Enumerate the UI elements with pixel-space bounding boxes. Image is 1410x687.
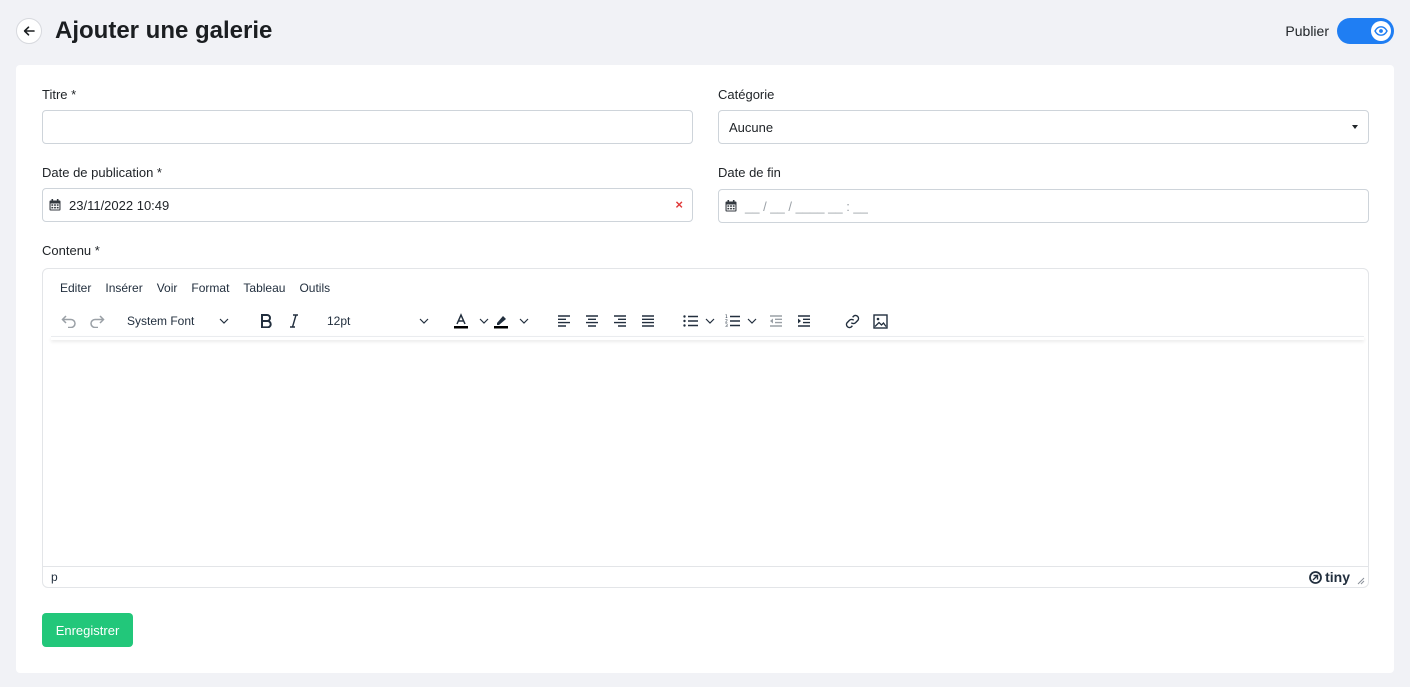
align-left-button[interactable] bbox=[553, 309, 575, 333]
chevron-down-icon bbox=[747, 318, 757, 324]
editor-statusbar: p tiny bbox=[43, 566, 1368, 587]
clear-date-icon[interactable]: × bbox=[675, 197, 683, 212]
align-left-icon bbox=[558, 315, 570, 327]
italic-icon bbox=[290, 314, 298, 328]
end-date-label: Date de fin bbox=[718, 165, 781, 180]
highlighter-icon bbox=[494, 316, 508, 329]
bullet-list-icon bbox=[683, 315, 698, 327]
bold-button[interactable] bbox=[255, 309, 277, 333]
align-justify-icon bbox=[642, 315, 654, 327]
menu-table[interactable]: Tableau bbox=[236, 281, 292, 295]
publish-toggle[interactable] bbox=[1337, 18, 1394, 44]
chevron-down-icon bbox=[219, 318, 229, 324]
eye-icon bbox=[1374, 26, 1388, 36]
category-label: Catégorie bbox=[718, 87, 775, 102]
svg-text:3: 3 bbox=[725, 323, 728, 328]
publish-control: Publier bbox=[1285, 18, 1394, 44]
publish-label: Publier bbox=[1285, 23, 1329, 39]
caret-down-icon bbox=[1352, 125, 1358, 129]
save-button[interactable]: Enregistrer bbox=[42, 613, 133, 647]
content-label: Contenu * bbox=[42, 243, 100, 258]
numbered-list-button[interactable]: 123 bbox=[725, 309, 765, 333]
align-center-button[interactable] bbox=[581, 309, 603, 333]
calendar-icon bbox=[49, 199, 61, 211]
outdent-button[interactable] bbox=[765, 309, 787, 333]
chevron-down-icon bbox=[519, 318, 529, 324]
italic-button[interactable] bbox=[283, 309, 305, 333]
editor-toolbar: System Font 12pt 1 2 3 bbox=[51, 309, 1363, 335]
title-input[interactable] bbox=[43, 111, 692, 143]
toggle-knob bbox=[1371, 21, 1391, 41]
numbered-list-icon: 123 bbox=[725, 314, 740, 328]
page-title: Ajouter une galerie bbox=[55, 17, 273, 44]
undo-icon bbox=[61, 315, 76, 328]
pub-date-label: Date de publication * bbox=[42, 165, 162, 180]
redo-icon bbox=[90, 315, 105, 328]
form-card: Titre * Catégorie Aucune Date de publica… bbox=[16, 65, 1394, 673]
align-center-icon bbox=[586, 315, 598, 327]
menu-view[interactable]: Voir bbox=[150, 281, 185, 295]
title-field bbox=[42, 110, 693, 144]
title-label: Titre * bbox=[42, 87, 77, 102]
pub-date-value: 23/11/2022 10:49 bbox=[69, 198, 170, 213]
tiny-brand[interactable]: tiny bbox=[1309, 569, 1350, 585]
editor-content-area[interactable] bbox=[44, 341, 1367, 565]
chevron-down-icon bbox=[705, 318, 715, 324]
rich-text-editor: Editer Insérer Voir Format Tableau Outil… bbox=[42, 268, 1369, 588]
bold-icon bbox=[261, 314, 272, 328]
font-family-value: System Font bbox=[127, 314, 195, 328]
tiny-logo-icon bbox=[1309, 570, 1323, 584]
image-icon bbox=[872, 313, 888, 329]
category-select[interactable]: Aucune bbox=[718, 110, 1369, 144]
pub-date-field[interactable]: 23/11/2022 10:49 × bbox=[42, 188, 693, 222]
menu-edit[interactable]: Editer bbox=[53, 281, 98, 295]
chevron-down-icon bbox=[479, 318, 489, 324]
element-path[interactable]: p bbox=[51, 570, 58, 584]
undo-button[interactable] bbox=[59, 309, 79, 333]
indent-button[interactable] bbox=[793, 309, 815, 333]
end-date-placeholder: __ / __ / ____ __ : __ bbox=[745, 199, 868, 214]
toolbar-divider bbox=[51, 336, 1364, 340]
link-button[interactable] bbox=[841, 309, 863, 333]
brand-text: tiny bbox=[1325, 569, 1350, 585]
menu-tools[interactable]: Outils bbox=[292, 281, 337, 295]
link-icon bbox=[845, 314, 859, 328]
menu-insert[interactable]: Insérer bbox=[98, 281, 149, 295]
redo-button[interactable] bbox=[87, 309, 107, 333]
back-button[interactable] bbox=[16, 18, 42, 44]
font-family-select[interactable]: System Font bbox=[127, 309, 231, 333]
align-justify-button[interactable] bbox=[637, 309, 659, 333]
calendar-icon bbox=[725, 200, 737, 212]
menu-format[interactable]: Format bbox=[184, 281, 236, 295]
align-right-button[interactable] bbox=[609, 309, 631, 333]
arrow-left-icon bbox=[23, 26, 35, 36]
font-size-select[interactable]: 12pt bbox=[327, 309, 431, 333]
highlight-button[interactable] bbox=[493, 309, 533, 333]
end-date-field[interactable]: __ / __ / ____ __ : __ bbox=[718, 189, 1369, 223]
text-color-button[interactable] bbox=[453, 309, 493, 333]
resize-handle-icon[interactable] bbox=[1357, 577, 1365, 585]
outdent-icon bbox=[770, 315, 782, 327]
editor-menubar: Editer Insérer Voir Format Tableau Outil… bbox=[53, 281, 337, 295]
chevron-down-icon bbox=[419, 318, 429, 324]
category-value: Aucune bbox=[729, 120, 774, 135]
align-right-icon bbox=[614, 315, 626, 327]
text-color-icon bbox=[454, 313, 468, 329]
indent-icon bbox=[798, 315, 810, 327]
font-size-value: 12pt bbox=[327, 314, 351, 328]
page-header: Ajouter une galerie Publier bbox=[16, 16, 1394, 46]
bullet-list-button[interactable] bbox=[683, 309, 723, 333]
image-button[interactable] bbox=[869, 309, 891, 333]
